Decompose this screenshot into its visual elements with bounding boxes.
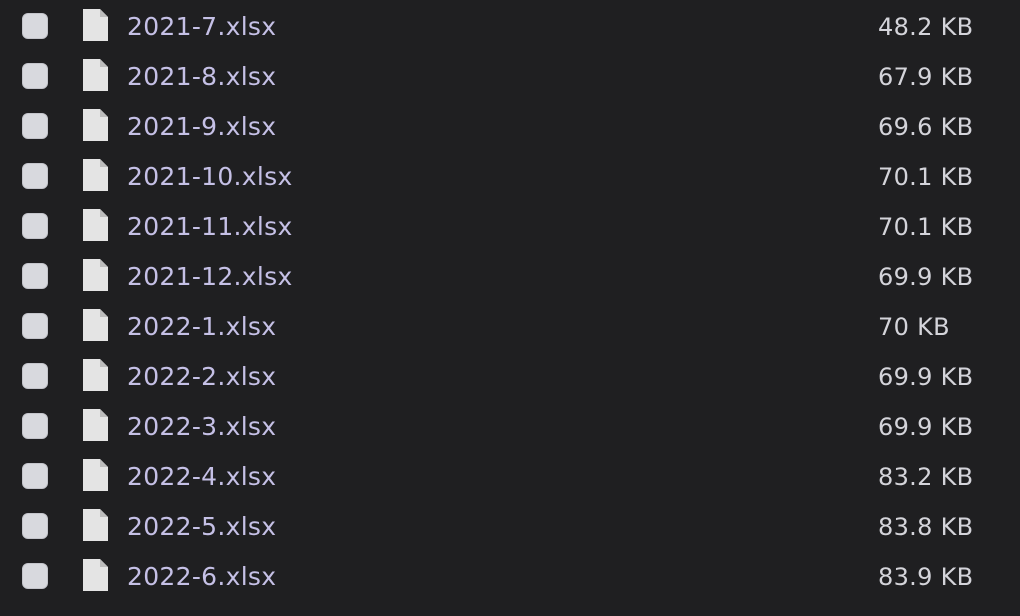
file-row[interactable]: 2022-5.xlsx 83.8 KB [0, 502, 1020, 552]
checkbox[interactable] [22, 363, 48, 389]
file-icon [82, 309, 108, 341]
file-icon [82, 259, 108, 291]
file-name[interactable]: 2022-3.xlsx [127, 412, 276, 442]
file-name[interactable]: 2022-6.xlsx [127, 562, 276, 592]
file-icon [82, 559, 108, 591]
file-name[interactable]: 2022-5.xlsx [127, 512, 276, 542]
checkbox[interactable] [22, 263, 48, 289]
file-row[interactable]: 2021-10.xlsx 70.1 KB [0, 152, 1020, 202]
file-name[interactable]: 2021-9.xlsx [127, 112, 276, 142]
checkbox[interactable] [22, 13, 48, 39]
file-row[interactable]: 2022-6.xlsx 83.9 KB [0, 552, 1020, 602]
file-size: 83.9 KB [878, 563, 974, 591]
file-size: 70 KB [878, 313, 950, 341]
file-list: 2021-7.xlsx 48.2 KB 2021-8.xlsx 67.9 KB … [0, 0, 1020, 616]
file-icon [82, 359, 108, 391]
checkbox[interactable] [22, 313, 48, 339]
file-icon [82, 509, 108, 541]
file-row[interactable]: 2021-11.xlsx 70.1 KB [0, 202, 1020, 252]
file-icon [82, 459, 108, 491]
file-size: 70.1 KB [878, 163, 974, 191]
file-row[interactable]: 2022-3.xlsx 69.9 KB [0, 402, 1020, 452]
file-name[interactable]: 2021-8.xlsx [127, 62, 276, 92]
file-name[interactable]: 2022-2.xlsx [127, 362, 276, 392]
file-name[interactable]: 2021-10.xlsx [127, 162, 293, 192]
file-icon [82, 59, 108, 91]
file-size: 69.9 KB [878, 263, 974, 291]
file-row[interactable]: 2021-7.xlsx 48.2 KB [0, 2, 1020, 52]
file-row[interactable]: 2022-2.xlsx 69.9 KB [0, 352, 1020, 402]
file-row[interactable]: 2021-12.xlsx 69.9 KB [0, 252, 1020, 302]
file-size: 83.8 KB [878, 513, 974, 541]
file-size: 69.9 KB [878, 413, 974, 441]
file-size: 67.9 KB [878, 63, 974, 91]
file-row[interactable]: 2022-1.xlsx 70 KB [0, 302, 1020, 352]
file-size: 69.9 KB [878, 363, 974, 391]
file-size: 70.1 KB [878, 213, 974, 241]
file-size: 69.6 KB [878, 113, 974, 141]
checkbox[interactable] [22, 113, 48, 139]
checkbox[interactable] [22, 163, 48, 189]
file-name[interactable]: 2021-11.xlsx [127, 212, 293, 242]
file-size: 83.2 KB [878, 463, 974, 491]
checkbox[interactable] [22, 563, 48, 589]
file-row[interactable]: 2021-9.xlsx 69.6 KB [0, 102, 1020, 152]
file-name[interactable]: 2022-4.xlsx [127, 462, 276, 492]
file-icon [82, 159, 108, 191]
file-size: 48.2 KB [878, 13, 974, 41]
checkbox[interactable] [22, 213, 48, 239]
checkbox[interactable] [22, 413, 48, 439]
file-icon [82, 109, 108, 141]
checkbox[interactable] [22, 463, 48, 489]
file-row[interactable]: 2022-4.xlsx 83.2 KB [0, 452, 1020, 502]
file-icon [82, 9, 108, 41]
checkbox[interactable] [22, 513, 48, 539]
file-name[interactable]: 2021-12.xlsx [127, 262, 293, 292]
checkbox[interactable] [22, 63, 48, 89]
file-row[interactable]: 2021-8.xlsx 67.9 KB [0, 52, 1020, 102]
file-name[interactable]: 2021-7.xlsx [127, 12, 276, 42]
file-icon [82, 209, 108, 241]
file-name[interactable]: 2022-1.xlsx [127, 312, 276, 342]
file-icon [82, 409, 108, 441]
